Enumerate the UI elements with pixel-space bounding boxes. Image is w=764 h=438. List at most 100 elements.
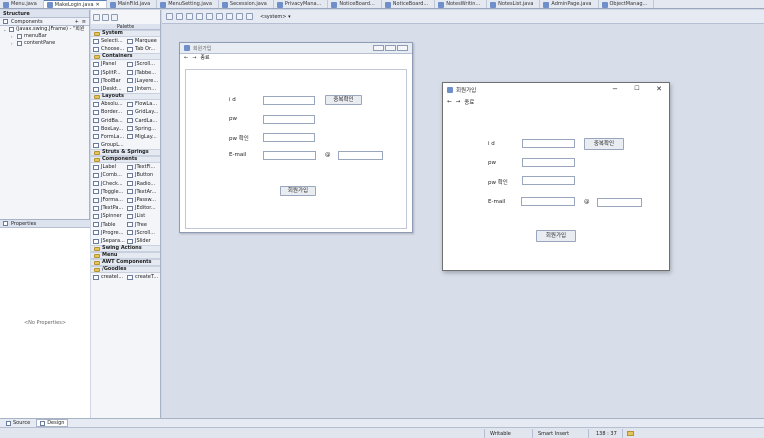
design-id-field[interactable] — [263, 96, 315, 105]
palette-item[interactable]: JTree — [125, 221, 159, 229]
lookandfeel-select[interactable]: <system> ▾ — [260, 14, 291, 20]
design-email-domain-field[interactable] — [338, 151, 383, 160]
design-dup-check-button[interactable]: 중복확인 — [325, 95, 362, 105]
preview-email-domain-field[interactable] — [597, 198, 642, 207]
palette-item[interactable]: Selecti... — [91, 37, 125, 45]
palette-item[interactable]: JProgre... — [91, 229, 125, 237]
palette-item[interactable]: JCheck... — [91, 180, 125, 188]
editor-tab[interactable]: PrivacyMana... — [274, 0, 329, 8]
palette-item[interactable]: JTable — [91, 221, 125, 229]
add-icon[interactable]: + — [75, 18, 79, 26]
palette-item[interactable]: createI... — [91, 273, 125, 281]
palette-item[interactable]: FlowLa... — [125, 100, 159, 108]
editor-tab[interactable]: ObjectManag... — [599, 0, 655, 8]
palette-view-icon[interactable] — [111, 13, 118, 21]
maximize-icon[interactable]: ☐ — [627, 85, 647, 92]
palette-item[interactable]: Tab Or... — [125, 45, 159, 53]
palette-item[interactable]: GridBa... — [91, 117, 125, 125]
palette-item[interactable]: JButton — [125, 171, 159, 179]
editor-tab[interactable]: Secession.java — [219, 0, 274, 8]
editor-tab[interactable]: MakeLogin.java ✕ — [43, 0, 107, 8]
preview-menu-back[interactable]: ← — [447, 99, 452, 105]
preview-window[interactable]: 회원가입 − ☐ ✕ ← → 종료 i d 중복확인 pw pw 확인 E-ma… — [442, 82, 670, 271]
preview-email-field[interactable] — [521, 197, 575, 206]
palette-item[interactable]: JSplitP... — [91, 69, 125, 77]
design-pw-confirm-field[interactable] — [263, 133, 315, 142]
design-menu-back[interactable]: ← — [184, 55, 188, 61]
palette-category[interactable]: System — [91, 30, 160, 37]
editor-tab[interactable]: NoticeBoard... — [328, 0, 382, 8]
editor-tab[interactable]: Menu.java — [0, 0, 44, 8]
palette-item[interactable]: JPanel — [91, 60, 125, 68]
palette-category[interactable]: /Goodles — [91, 266, 160, 274]
palette-category[interactable]: AWT Components — [91, 259, 160, 267]
test-gui-icon[interactable] — [166, 13, 173, 20]
palette-item[interactable]: JScroll... — [125, 229, 159, 237]
palette-item[interactable]: JIntern... — [125, 85, 159, 93]
palette-item[interactable]: JComb... — [91, 171, 125, 179]
palette-item[interactable]: JDeskt... — [91, 85, 125, 93]
palette-item[interactable]: JSepara... — [91, 237, 125, 245]
palette-layout-icon[interactable] — [102, 13, 109, 21]
preview-dup-check-button[interactable]: 중복확인 — [584, 138, 624, 150]
palette-item[interactable]: JList — [125, 212, 159, 220]
palette-item[interactable]: JToolBar — [91, 77, 125, 85]
undo-icon[interactable] — [176, 13, 183, 20]
palette-item[interactable]: JEditor... — [125, 204, 159, 212]
palette-item[interactable]: JPassw... — [125, 196, 159, 204]
palette-item[interactable]: GroupL... — [91, 141, 125, 149]
palette-settings-icon[interactable] — [93, 13, 100, 21]
palette-category[interactable]: Containers — [91, 53, 160, 61]
expand-icon[interactable]: ⌄ — [3, 26, 7, 33]
palette-category[interactable]: Struts & Springs — [91, 149, 160, 157]
design-signup-button[interactable]: 회원가입 — [280, 186, 316, 196]
palette-item[interactable]: JRadio... — [125, 180, 159, 188]
close-icon[interactable]: ✕ — [649, 85, 669, 93]
palette-item[interactable]: Choose... — [91, 45, 125, 53]
expand-icon[interactable]: › — [11, 33, 15, 40]
palette-item[interactable]: GridLay... — [125, 108, 159, 116]
design-menu-forward[interactable]: → — [192, 55, 196, 61]
preview-menu-forward[interactable]: → — [456, 99, 461, 105]
palette-category[interactable]: Swing Actions — [91, 245, 160, 253]
palette-category[interactable]: Menu — [91, 252, 160, 260]
palette-item[interactable]: Absolu... — [91, 100, 125, 108]
frame-icon[interactable] — [236, 13, 243, 20]
tree-node[interactable]: › contentPane — [0, 40, 89, 47]
redo-icon[interactable] — [186, 13, 193, 20]
design-menu-exit[interactable]: 종료 — [200, 54, 209, 61]
palette-item[interactable]: BoxLay... — [91, 125, 125, 133]
palette-item[interactable]: JScroll... — [125, 60, 159, 68]
palette-item[interactable]: createT... — [125, 273, 159, 281]
palette-item[interactable]: JTabbe... — [125, 69, 159, 77]
editor-tab[interactable]: MainFild.java — [107, 0, 158, 8]
palette-item[interactable]: FormLa... — [91, 133, 125, 141]
tree-node[interactable]: ⌄ (javax.swing.JFrame) - "회원 — [0, 26, 89, 33]
palette-item[interactable]: Spring... — [125, 125, 159, 133]
palette-item[interactable]: Border... — [91, 108, 125, 116]
editor-tab[interactable]: NoticeBoard... — [382, 0, 436, 8]
design-frame[interactable]: 회원가입 ← → 종료 i d 중복확인 pw pw 확인 E-mail @ 회… — [179, 42, 413, 233]
palette-item[interactable]: JSlider — [125, 237, 159, 245]
palette-item[interactable]: JTextAr... — [125, 188, 159, 196]
palette-item[interactable]: MigLay... — [125, 133, 159, 141]
design-pw-field[interactable] — [263, 115, 315, 124]
palette-item[interactable]: CardLa... — [125, 117, 159, 125]
editor-tab[interactable]: NotesList.java — [487, 0, 541, 8]
preview-icon[interactable] — [246, 13, 253, 20]
palette-item[interactable]: JTextFi... — [125, 163, 159, 171]
palette-category[interactable]: Components — [91, 156, 160, 164]
tab-source[interactable]: Source — [3, 419, 33, 427]
palette-category[interactable]: Layouts — [91, 93, 160, 101]
palette-item[interactable]: JLabel — [91, 163, 125, 171]
palette-item[interactable]: JLayere... — [125, 77, 159, 85]
preview-id-field[interactable] — [522, 139, 575, 148]
palette-item[interactable]: JSpinner — [91, 212, 125, 220]
editor-tab[interactable]: MenuSetting.java — [157, 0, 219, 8]
paste-icon[interactable] — [216, 13, 223, 20]
expand-icon[interactable]: › — [11, 40, 15, 47]
design-email-field[interactable] — [263, 151, 316, 160]
copy-icon[interactable] — [206, 13, 213, 20]
palette-item[interactable]: JForma... — [91, 196, 125, 204]
minimize-icon[interactable]: − — [605, 85, 625, 93]
